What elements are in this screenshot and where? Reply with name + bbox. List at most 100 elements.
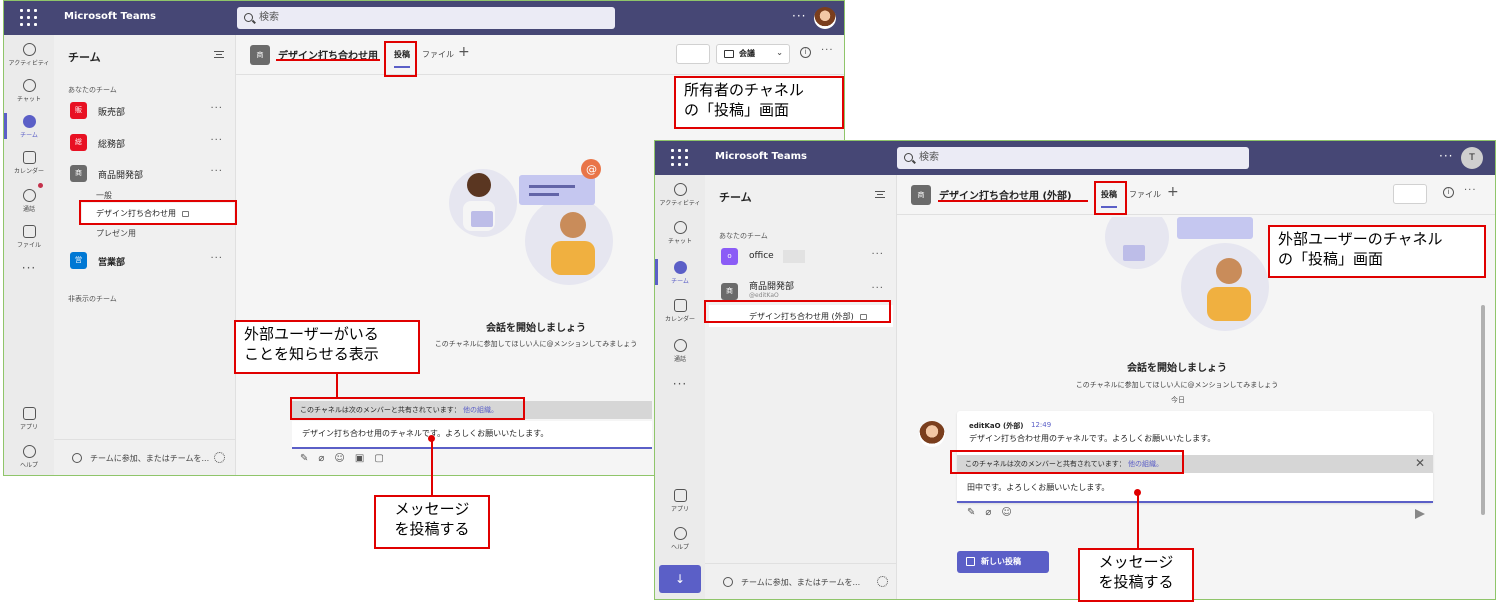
rail-calendar[interactable]: カレンダー [655, 299, 705, 323]
callout-post-message: メッセージ を投稿する [374, 495, 490, 549]
app-name: Microsoft Teams [64, 11, 156, 22]
add-tab-button[interactable]: + [458, 44, 470, 60]
tab-files[interactable]: ファイル [1129, 189, 1161, 200]
callout-line: を投稿する [1098, 573, 1174, 591]
tab-files[interactable]: ファイル [422, 49, 454, 60]
format-icon[interactable]: ✎ [300, 453, 308, 464]
apps-icon [22, 407, 36, 420]
rail-chat[interactable]: チャット [655, 221, 705, 245]
rail-teams[interactable]: チーム [4, 113, 54, 139]
rail-activity[interactable]: アクティビティ [655, 183, 705, 207]
chevron-down-icon[interactable]: ⌄ [776, 44, 783, 62]
file-icon [22, 225, 36, 238]
format-icon[interactable]: ✎ [967, 507, 975, 518]
team-row[interactable]: 販 販売部 ··· [68, 101, 225, 121]
rail-apps[interactable]: アプリ [655, 489, 705, 513]
team-name: 商品開発部 [98, 171, 144, 181]
team-more-button[interactable]: ··· [210, 166, 223, 177]
filter-icon[interactable] [875, 191, 885, 198]
message-author-avatar[interactable] [919, 421, 945, 447]
team-more-button[interactable]: ··· [210, 253, 223, 264]
team-more-button[interactable]: ··· [871, 283, 884, 294]
attach-icon[interactable]: ⌀ [985, 507, 991, 518]
rail-chat[interactable]: チャット [4, 79, 54, 103]
team-row[interactable]: 商 商品開発部 ··· [68, 164, 225, 184]
team-row[interactable]: o office ··· [719, 247, 886, 267]
settings-more-button[interactable]: ··· [1439, 149, 1453, 163]
join-team-text: チームに参加、またはチームを... [741, 578, 861, 587]
meet-button[interactable]: 会議 ⌄ [716, 44, 790, 64]
apps-icon [673, 489, 687, 502]
sticker-icon[interactable]: ▢ [374, 453, 383, 464]
channel-item[interactable]: プレゼン用 [96, 228, 136, 239]
rail-calls[interactable]: 通話 [655, 339, 705, 363]
compose-box[interactable]: デザイン打ち合わせ用のチャネルです。よろしくお願いいたします。 [292, 421, 652, 449]
app-launcher-icon[interactable] [20, 9, 38, 27]
join-team-footer[interactable]: チームに参加、またはチームを... [54, 439, 235, 475]
gif-icon[interactable]: ▣ [355, 453, 364, 464]
settings-more-button[interactable]: ··· [792, 9, 806, 23]
rail-teams[interactable]: チーム [655, 259, 705, 285]
app-launcher-icon[interactable] [671, 149, 689, 167]
download-icon[interactable]: ↓ [659, 565, 701, 593]
team-name: 営業部 [98, 258, 126, 268]
underline-channel-title [276, 59, 380, 61]
team-more-button[interactable]: ··· [210, 103, 223, 114]
team-name: 総務部 [98, 140, 126, 150]
close-icon[interactable]: ✕ [1415, 456, 1425, 470]
hidden-teams-label[interactable]: 非表示のチーム [68, 294, 117, 304]
emoji-icon[interactable]: ☺ [1001, 507, 1011, 518]
join-team-footer[interactable]: チームに参加、またはチームを... [705, 563, 896, 599]
calendar-icon [673, 299, 687, 312]
team-handle: @editKaO [749, 292, 779, 299]
rail-more-button[interactable]: ··· [4, 261, 54, 275]
attach-icon[interactable]: ⌀ [318, 453, 324, 464]
header-more-button[interactable]: ··· [821, 45, 834, 56]
teams-icon [22, 115, 36, 128]
share-screen-button[interactable] [676, 44, 710, 64]
callout-line: の「投稿」画面 [1278, 250, 1384, 268]
info-icon[interactable]: i [1443, 187, 1454, 198]
rail-calls[interactable]: 通話 [4, 189, 54, 213]
share-screen-button[interactable] [1393, 184, 1427, 204]
info-icon[interactable]: i [800, 47, 811, 58]
send-icon[interactable] [1415, 509, 1425, 519]
user-avatar[interactable]: T [1461, 147, 1483, 169]
rail-activity[interactable]: アクティビティ [4, 43, 54, 67]
rail-calendar[interactable]: カレンダー [4, 151, 54, 175]
camera-icon [724, 50, 734, 58]
team-row[interactable]: 総 総務部 ··· [68, 133, 225, 153]
emoji-icon[interactable]: ☺ [334, 453, 344, 464]
rail-help[interactable]: ヘルプ [4, 445, 54, 469]
app-rail: アクティビティ チャット チーム カレンダー 通話 ファイル ··· アプリ ヘ… [4, 35, 54, 475]
rail-apps[interactable]: アプリ [4, 407, 54, 431]
connector-line [431, 440, 433, 495]
team-more-button[interactable]: ··· [871, 249, 884, 260]
rail-files[interactable]: ファイル [4, 225, 54, 249]
filter-icon[interactable] [214, 51, 224, 58]
empty-state-title: 会話を開始しましょう [1127, 363, 1227, 374]
search-input[interactable]: 検索 [897, 147, 1249, 169]
rail-more-button[interactable]: ··· [655, 377, 705, 391]
settings-gear-icon[interactable] [214, 452, 225, 463]
compose-box[interactable]: 田中です。よろしくお願いいたします。 [957, 475, 1433, 503]
user-avatar[interactable] [814, 7, 836, 29]
add-tab-button[interactable]: + [1167, 184, 1179, 200]
callout-line: 外部ユーザーがいる [244, 325, 379, 343]
illus-circle-left [1105, 217, 1169, 269]
rail-label: アプリ [19, 424, 38, 431]
rail-label: ファイル [16, 242, 41, 249]
rail-help[interactable]: ヘルプ [655, 527, 705, 551]
message-time: 12:49 [1031, 421, 1052, 429]
team-row[interactable]: 営 営業部 ··· [68, 251, 225, 271]
header-more-button[interactable]: ··· [1464, 185, 1477, 196]
chat-icon [673, 221, 687, 234]
new-post-button[interactable]: 新しい投稿 [957, 551, 1049, 573]
illus-person-right-body [1207, 287, 1251, 321]
team-more-button[interactable]: ··· [210, 135, 223, 146]
search-input[interactable]: 検索 [237, 7, 615, 29]
callout-line: 所有者のチャネル [684, 81, 804, 99]
settings-gear-icon[interactable] [877, 576, 888, 587]
illus-mention-glyph: @ [586, 163, 597, 176]
scrollbar[interactable] [1481, 305, 1485, 515]
